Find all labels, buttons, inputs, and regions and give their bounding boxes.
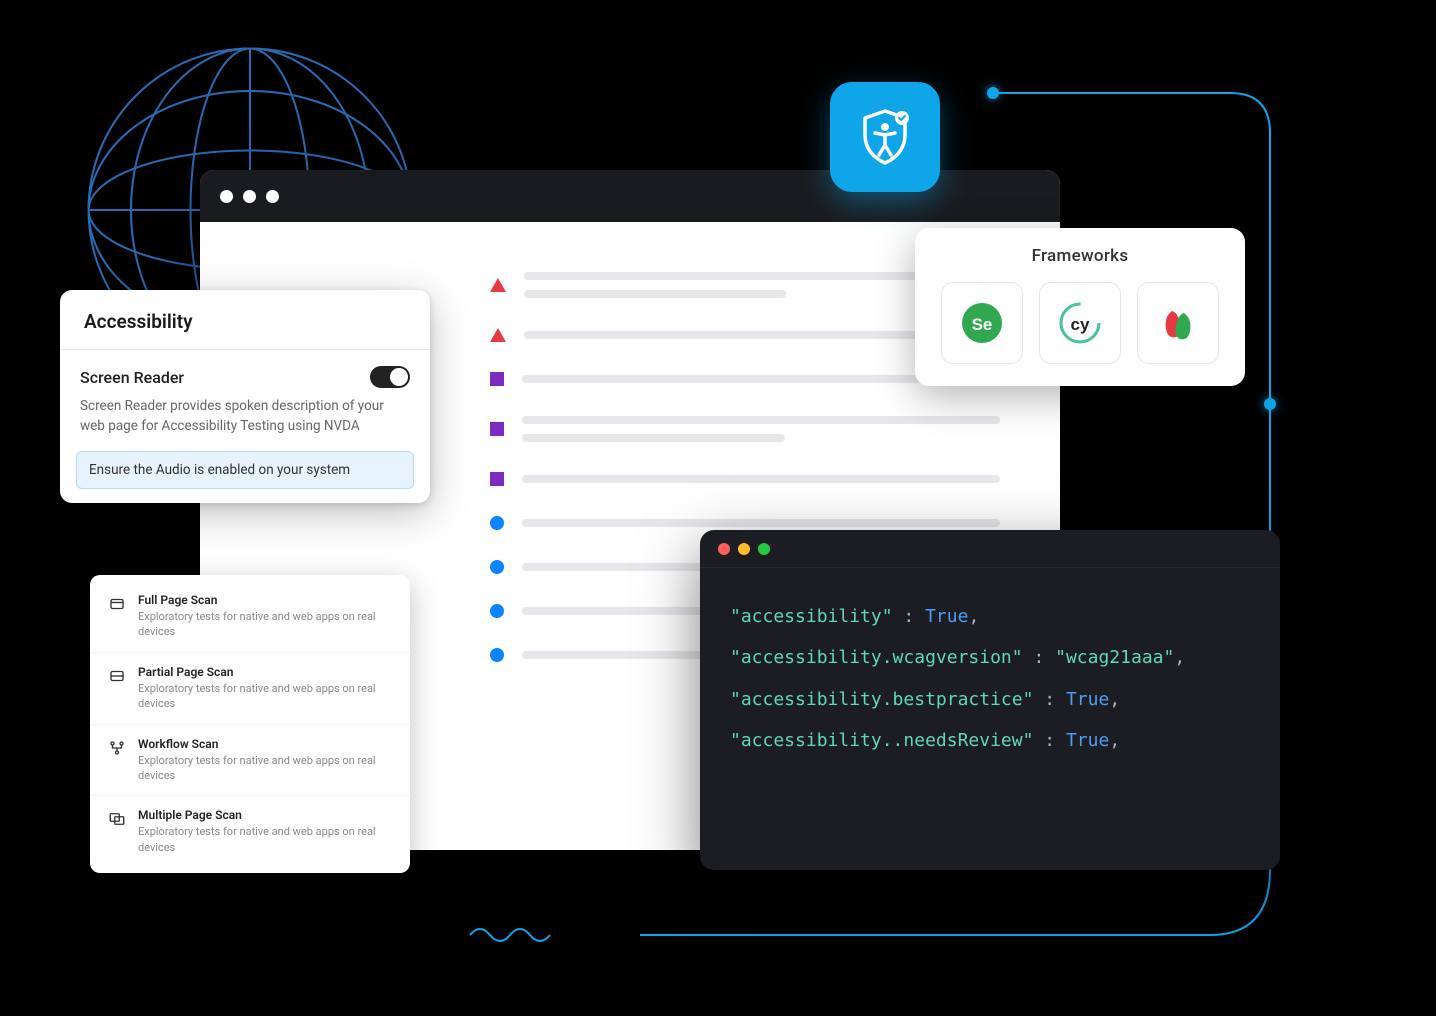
code-line: "accessibility.wcagversion" : "wcag21aaa… (730, 637, 1250, 678)
code-terminal: "accessibility" : True, "accessibility.w… (700, 530, 1280, 870)
accessibility-title: Accessibility (60, 290, 430, 349)
circle-marker-icon (490, 604, 504, 618)
screen-reader-description: Screen Reader provides spoken descriptio… (80, 396, 410, 437)
frameworks-panel: Frameworks Se cy (915, 228, 1245, 386)
frameworks-title: Frameworks (937, 246, 1223, 266)
connector-node (1264, 398, 1276, 410)
terminal-content: "accessibility" : True, "accessibility.w… (700, 568, 1280, 790)
square-marker-icon (490, 372, 504, 386)
minimize-icon[interactable] (738, 543, 750, 555)
scan-option-workflow[interactable]: Workflow Scan Exploratory tests for nati… (90, 725, 410, 797)
scan-desc: Exploratory tests for native and web app… (138, 753, 392, 784)
circle-marker-icon (490, 648, 504, 662)
framework-cypress[interactable]: cy (1039, 282, 1121, 364)
scan-title: Partial Page Scan (138, 665, 392, 679)
accessibility-panel: Accessibility Screen Reader Screen Reade… (60, 290, 430, 503)
scan-multiple-icon (108, 810, 126, 828)
window-control-dot[interactable] (243, 190, 256, 203)
framework-playwright[interactable] (1137, 282, 1219, 364)
svg-text:cy: cy (1071, 315, 1090, 334)
accessibility-shield-icon (830, 82, 940, 192)
triangle-marker-icon (490, 278, 506, 292)
scan-types-panel: Full Page Scan Exploratory tests for nat… (90, 575, 410, 873)
square-marker-icon (490, 472, 504, 486)
audio-note: Ensure the Audio is enabled on your syst… (76, 451, 414, 489)
scan-desc: Exploratory tests for native and web app… (138, 681, 392, 712)
terminal-titlebar (700, 530, 1280, 568)
circle-marker-icon (490, 516, 504, 530)
scan-option-partial[interactable]: Partial Page Scan Exploratory tests for … (90, 653, 410, 725)
code-line: "accessibility.bestpractice" : True, (730, 679, 1250, 720)
circle-marker-icon (490, 560, 504, 574)
code-line: "accessibility" : True, (730, 596, 1250, 637)
scan-full-icon (108, 595, 126, 613)
scan-title: Workflow Scan (138, 737, 392, 751)
triangle-marker-icon (490, 328, 506, 342)
framework-selenium[interactable]: Se (941, 282, 1023, 364)
screen-reader-toggle[interactable] (370, 366, 410, 388)
scan-title: Full Page Scan (138, 593, 392, 607)
close-icon[interactable] (718, 543, 730, 555)
scan-desc: Exploratory tests for native and web app… (138, 609, 392, 640)
code-line: "accessibility..needsReview" : True, (730, 720, 1250, 761)
scan-partial-icon (108, 667, 126, 685)
screen-reader-label: Screen Reader (80, 368, 184, 387)
maximize-icon[interactable] (758, 543, 770, 555)
square-marker-icon (490, 422, 504, 436)
issue-row-serious (490, 472, 1000, 486)
issue-row-minor (490, 516, 1000, 530)
issue-row-serious (490, 416, 1000, 442)
connector-node (987, 87, 999, 99)
scan-title: Multiple Page Scan (138, 808, 392, 822)
scan-option-multiple[interactable]: Multiple Page Scan Exploratory tests for… (90, 796, 410, 867)
scan-desc: Exploratory tests for native and web app… (138, 824, 392, 855)
window-control-dot[interactable] (266, 190, 279, 203)
scan-option-full[interactable]: Full Page Scan Exploratory tests for nat… (90, 581, 410, 653)
window-control-dot[interactable] (220, 190, 233, 203)
scan-workflow-icon (108, 739, 126, 757)
